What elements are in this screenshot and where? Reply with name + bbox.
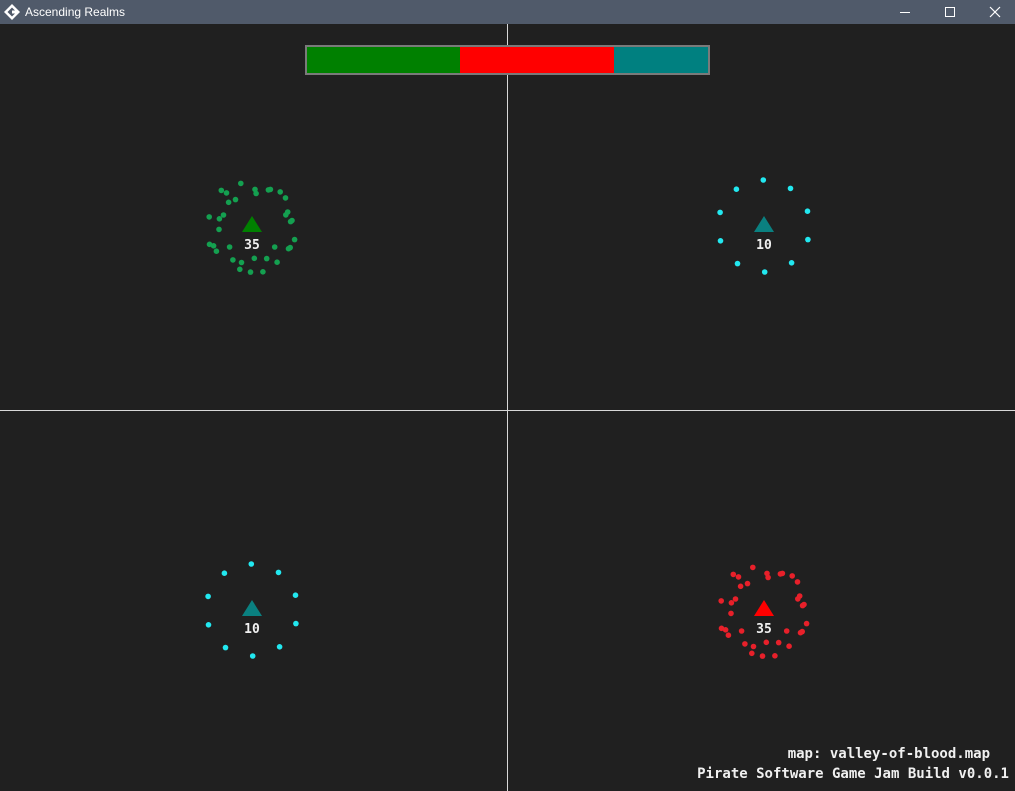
power-segment-red: [460, 47, 614, 73]
unit-dot: [237, 266, 243, 273]
maximize-button[interactable]: [927, 0, 973, 24]
unit-dot: [287, 218, 294, 225]
unit-dot: [277, 189, 283, 195]
unit-dot: [759, 653, 766, 659]
unit-dot: [283, 212, 289, 218]
realm-units: [206, 180, 298, 275]
unit-dot: [804, 208, 811, 214]
unit-dot: [225, 199, 232, 206]
unit-dot: [222, 644, 229, 651]
unit-dot: [230, 257, 236, 263]
unit-dot: [223, 190, 230, 196]
unit-dot: [265, 187, 272, 193]
unit-dot: [789, 573, 795, 579]
unit-dot: [276, 644, 283, 650]
unit-dot: [765, 574, 771, 581]
realm-marker-icon: [754, 600, 774, 616]
unit-dot: [253, 190, 259, 197]
unit-dot: [260, 269, 266, 275]
unit-dot: [799, 602, 806, 609]
realm-unit-count: 10: [756, 238, 772, 253]
realm-unit-count: 35: [756, 622, 772, 637]
realm-bottom-left[interactable]: 10: [192, 550, 312, 670]
map-name-label: map: valley-of-blood.map: [787, 746, 990, 762]
title-bar[interactable]: Ascending Realms: [0, 0, 1015, 24]
horizontal-divider: [0, 410, 1015, 411]
unit-dot: [292, 592, 299, 598]
power-segment-green: [307, 47, 461, 73]
unit-dot: [760, 177, 767, 183]
unit-dot: [220, 212, 227, 218]
team-power-bar: [305, 45, 710, 75]
unit-dot: [282, 195, 289, 201]
realm-unit-count: 35: [244, 238, 260, 253]
unit-dot: [732, 596, 739, 602]
close-button[interactable]: [972, 0, 1015, 24]
unit-dot: [737, 583, 744, 590]
unit-dot: [205, 593, 211, 600]
unit-dot: [728, 600, 735, 606]
unit-dot: [775, 639, 782, 646]
unit-dot: [232, 196, 239, 203]
unit-dot: [730, 571, 737, 578]
unit-dot: [263, 255, 270, 262]
unit-dot: [249, 653, 256, 659]
unit-dot: [786, 643, 792, 649]
unit-dot: [733, 186, 740, 192]
unit-dot: [772, 653, 778, 659]
build-version-label: Pirate Software Game Jam Build v0.0.1: [697, 766, 1009, 782]
app-logo-icon: [4, 4, 20, 20]
realm-top-left[interactable]: 35: [192, 166, 312, 286]
unit-dot: [221, 570, 228, 576]
unit-dot: [238, 259, 245, 266]
maximize-icon: [945, 7, 955, 17]
power-segment-neutral: [613, 47, 708, 73]
unit-dot: [728, 610, 734, 617]
unit-dot: [218, 187, 225, 194]
unit-dot: [238, 180, 244, 187]
unit-dot: [787, 185, 794, 192]
unit-dot: [744, 580, 751, 587]
unit-dot: [216, 216, 223, 222]
close-icon: [989, 6, 1001, 18]
unit-dot: [763, 639, 770, 646]
unit-dot: [251, 255, 258, 262]
unit-dot: [749, 650, 755, 657]
game-viewport[interactable]: 35 10 10 35 map: valley-of-blood.map Pir…: [0, 24, 1015, 791]
window-title: Ascending Realms: [25, 5, 126, 19]
unit-dot: [761, 269, 768, 275]
realm-marker-icon: [242, 600, 262, 616]
realm-units: [717, 177, 811, 275]
realm-unit-count: 10: [244, 622, 260, 637]
minimize-button[interactable]: [882, 0, 928, 24]
realm-units: [718, 564, 810, 659]
unit-dot: [274, 259, 280, 265]
unit-dot: [216, 226, 222, 233]
unit-dot: [788, 260, 795, 266]
unit-dot: [206, 214, 212, 220]
vertical-divider: [507, 24, 508, 791]
unit-dot: [734, 260, 741, 267]
realm-marker-icon: [754, 216, 774, 232]
realm-marker-icon: [242, 216, 262, 232]
unit-dot: [777, 571, 784, 577]
realm-top-right[interactable]: 10: [704, 166, 824, 286]
minimize-icon: [900, 12, 910, 13]
unit-dot: [735, 574, 742, 580]
unit-dot: [794, 579, 801, 585]
unit-dot: [275, 569, 282, 576]
realm-bottom-right[interactable]: 35: [704, 550, 824, 670]
unit-dot: [742, 641, 748, 647]
unit-dot: [795, 596, 801, 602]
unit-dot: [718, 598, 724, 604]
unit-dot: [248, 561, 255, 567]
unit-dot: [717, 209, 723, 216]
unit-dot: [750, 643, 757, 650]
unit-dot: [750, 564, 756, 571]
unit-dot: [247, 269, 254, 275]
realm-units: [205, 561, 299, 659]
